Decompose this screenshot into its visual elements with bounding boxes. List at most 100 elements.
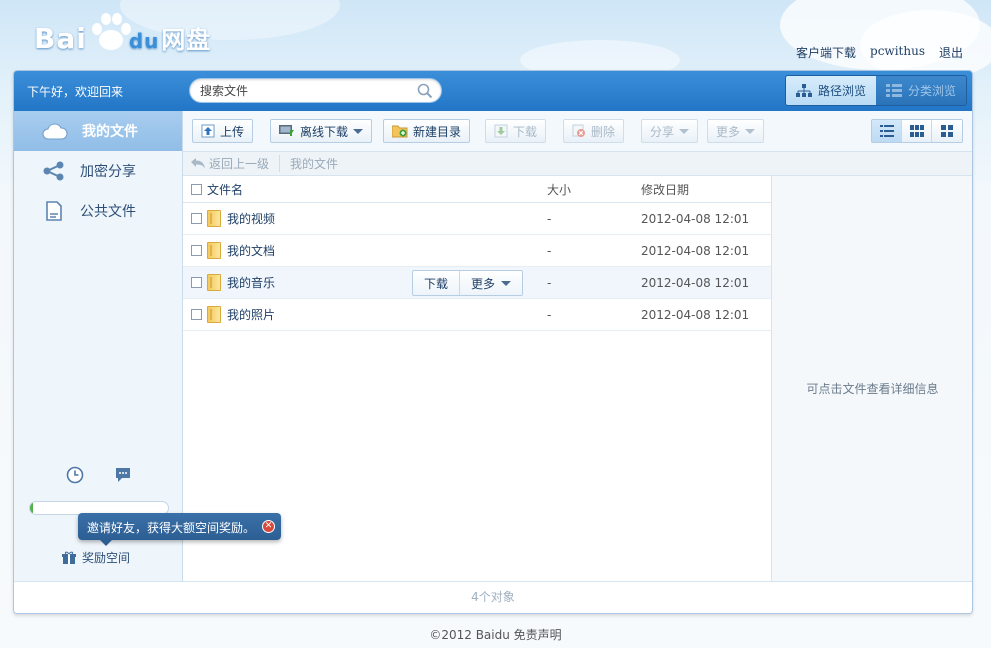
footer-text[interactable]: ©2012 Baidu 免责声明: [429, 628, 561, 642]
upload-icon: [201, 124, 215, 138]
table-header: 文件名 大小 修改日期: [183, 176, 771, 203]
row-checkbox[interactable]: [191, 277, 202, 288]
back-button[interactable]: 返回上一级: [183, 155, 281, 172]
close-icon[interactable]: ✕: [262, 520, 276, 533]
file-date-cell: 2012-04-08 12:01: [641, 243, 750, 258]
file-date-cell: 2012-04-08 12:01: [641, 307, 750, 322]
sidebar-tool-icons: [66, 466, 132, 484]
share-label: 分享: [650, 124, 675, 139]
share-button[interactable]: 分享: [641, 119, 699, 143]
back-label: 返回上一级: [209, 157, 270, 171]
row-checkbox[interactable]: [191, 245, 202, 256]
file-date-cell: 2012-04-08 12:01: [641, 275, 750, 290]
sidebar: 我的文件 加密分享 公共文件: [14, 111, 183, 581]
row-more-label: 更多: [471, 276, 496, 291]
table-row[interactable]: 我的文档 - 2012-04-08 12:01: [183, 235, 771, 267]
download-button[interactable]: 下载: [485, 119, 547, 143]
folder-icon: [207, 242, 221, 259]
logout-link[interactable]: 退出: [939, 44, 963, 61]
row-download-button[interactable]: 下载: [413, 271, 461, 295]
storage-quota-fill: [30, 502, 33, 514]
document-icon: [46, 201, 62, 221]
table-row[interactable]: 我的视频 - 2012-04-08 12:01: [183, 203, 771, 235]
new-folder-button[interactable]: 新建目录: [383, 119, 471, 143]
folder-icon: [207, 210, 221, 227]
logo-text-du: du: [128, 28, 160, 53]
list-view-icon: [879, 125, 894, 137]
status-bar: 4个对象: [14, 581, 972, 613]
sidebar-item-encrypted-share[interactable]: 加密分享: [14, 151, 182, 191]
offline-download-button[interactable]: 离线下载: [270, 119, 373, 143]
large-grid-icon: [941, 125, 953, 137]
client-download-link[interactable]: 客户端下载: [796, 44, 856, 61]
sidebar-item-label: 加密分享: [80, 164, 136, 180]
list-view-button[interactable]: [872, 120, 902, 142]
file-toolbar: 上传 离线下载 新建目录 下载 删除 分享 更多: [183, 111, 972, 152]
tab-path-browse-label: 路径浏览: [817, 84, 866, 98]
layout-switcher: [871, 119, 963, 143]
view-mode-tabs: 路径浏览 分类浏览: [784, 75, 967, 106]
gift-icon: [62, 551, 76, 564]
sidebar-item-my-files[interactable]: 我的文件: [14, 111, 182, 151]
file-name-link[interactable]: 我的音乐: [227, 274, 275, 291]
small-grid-view-button[interactable]: [902, 120, 932, 142]
column-header-modified[interactable]: 修改日期: [641, 181, 689, 198]
file-date-cell: 2012-04-08 12:01: [641, 211, 750, 226]
chevron-down-icon: [501, 280, 512, 286]
top-links: 客户端下载 pcwithus 退出: [796, 44, 963, 61]
row-checkbox[interactable]: [191, 213, 202, 224]
greeting-text: 下午好，欢迎回来: [27, 85, 124, 99]
detail-panel: 可点击文件查看详细信息: [772, 176, 972, 581]
file-name-link[interactable]: 我的视频: [227, 210, 275, 227]
search-input[interactable]: [190, 79, 410, 102]
sitemap-icon: [795, 84, 812, 97]
reward-space-label: 奖励空间: [82, 551, 131, 565]
table-row[interactable]: 我的照片 - 2012-04-08 12:01: [183, 299, 771, 331]
breadcrumb: 返回上一级 我的文件: [183, 152, 972, 176]
offline-download-icon: [279, 125, 294, 136]
object-count: 4个对象: [471, 590, 515, 604]
username-link[interactable]: pcwithus: [870, 44, 925, 61]
tab-category-browse[interactable]: 分类浏览: [875, 76, 966, 105]
search-box: [189, 78, 442, 103]
file-size-cell: -: [547, 243, 552, 258]
file-name-link[interactable]: 我的照片: [227, 306, 275, 323]
back-arrow-icon: [191, 158, 205, 169]
chevron-down-icon: [353, 128, 364, 134]
row-more-button[interactable]: 更多: [460, 271, 523, 295]
file-name-cell: 我的视频: [207, 210, 547, 227]
search-icon[interactable]: [417, 83, 433, 99]
select-all-checkbox[interactable]: [191, 183, 202, 195]
upload-button[interactable]: 上传: [192, 119, 254, 143]
folder-icon: [207, 274, 221, 291]
download-label: 下载: [513, 124, 538, 139]
row-download-label: 下载: [424, 276, 449, 291]
column-header-name[interactable]: 文件名: [207, 181, 547, 198]
large-grid-view-button[interactable]: [932, 120, 962, 142]
chevron-down-icon: [679, 128, 690, 134]
tab-category-browse-label: 分类浏览: [907, 84, 956, 98]
sidebar-item-public-files[interactable]: 公共文件: [14, 191, 182, 231]
row-actions: 下载 更多: [412, 270, 524, 296]
delete-icon: [572, 124, 585, 137]
file-size-cell: -: [547, 307, 552, 322]
offline-download-label: 离线下载: [300, 124, 349, 139]
file-name-cell: 我的文档: [207, 242, 547, 259]
column-header-size[interactable]: 大小: [547, 181, 641, 198]
reward-space-link[interactable]: 奖励空间: [62, 549, 130, 566]
row-checkbox[interactable]: [191, 309, 202, 320]
baidu-pan-logo[interactable]: Bai du网盘: [34, 12, 211, 62]
invite-tooltip-text: 邀请好友，获得大额空间奖励。: [87, 521, 256, 535]
invite-tooltip[interactable]: 邀请好友，获得大额空间奖励。 ✕: [78, 513, 282, 546]
file-name-link[interactable]: 我的文档: [227, 242, 275, 259]
sidebar-item-label: 我的文件: [82, 124, 138, 140]
delete-button[interactable]: 删除: [563, 119, 625, 143]
message-icon[interactable]: [114, 466, 132, 484]
clock-icon[interactable]: [66, 466, 84, 484]
folder-icon: [207, 306, 221, 323]
table-row[interactable]: 我的音乐 - 2012-04-08 12:01 下载 更多: [183, 267, 771, 299]
tab-path-browse[interactable]: 路径浏览: [785, 76, 876, 105]
logo-text: Bai du网盘: [34, 20, 211, 55]
more-button[interactable]: 更多: [707, 119, 765, 143]
small-grid-icon: [909, 125, 924, 137]
